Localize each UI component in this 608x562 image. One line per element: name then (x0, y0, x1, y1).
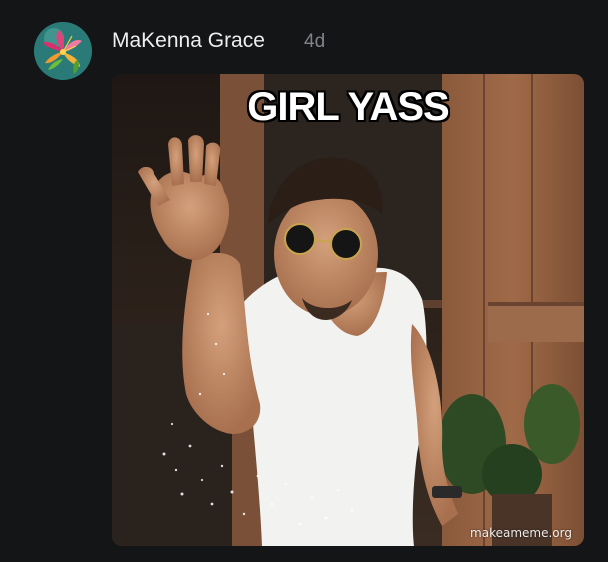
flower-icon (34, 22, 92, 80)
avatar[interactable] (34, 22, 92, 80)
meme-caption: GIRL YASS (247, 85, 449, 129)
post: MaKenna Grace 4d GIRL YASS makeameme.org (0, 0, 608, 562)
meme-image[interactable]: GIRL YASS makeameme.org (112, 74, 584, 546)
meme-photo (112, 74, 584, 546)
post-timestamp: 4d (304, 31, 326, 52)
meme-watermark: makeameme.org (470, 526, 572, 540)
author-name[interactable]: MaKenna Grace (112, 28, 265, 54)
